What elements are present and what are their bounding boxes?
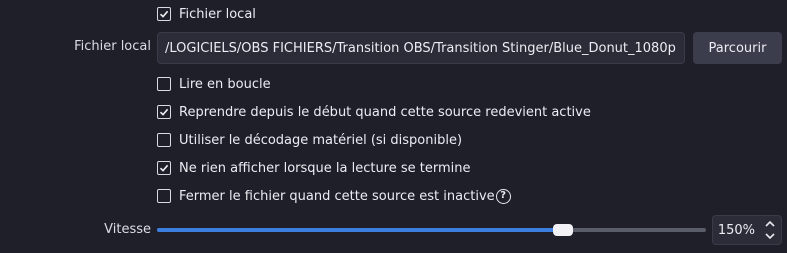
speed-label: Vitesse <box>104 222 151 237</box>
checkmark-icon <box>159 108 169 116</box>
browse-button[interactable]: Parcourir <box>693 32 782 64</box>
option-close-inactive-row[interactable]: Fermer le fichier quand cette source est… <box>157 186 511 206</box>
speed-slider-thumb[interactable] <box>553 224 574 236</box>
speed-slider-fill <box>157 228 564 232</box>
option-hw-decode-row[interactable]: Utiliser le décodage matériel (si dispon… <box>157 130 462 150</box>
option-hide-on-end-checkbox[interactable] <box>157 161 171 175</box>
local-file-path-input[interactable] <box>157 32 685 64</box>
local-file-field-label: Fichier local <box>74 39 151 54</box>
local-file-checkbox[interactable] <box>157 7 171 21</box>
chevron-up-icon[interactable] <box>761 217 779 230</box>
local-file-checkbox-row[interactable]: Fichier local <box>157 4 256 24</box>
option-hide-on-end-row[interactable]: Ne rien afficher lorsque la lecture se t… <box>157 158 471 178</box>
chevron-down-icon[interactable] <box>761 230 779 243</box>
speed-spinbox-buttons <box>761 217 779 243</box>
option-loop-label: Lire en boucle <box>179 76 271 92</box>
option-loop-checkbox[interactable] <box>157 77 171 91</box>
option-close-inactive-checkbox[interactable] <box>157 189 171 203</box>
option-restart-checkbox[interactable] <box>157 105 171 119</box>
option-hide-on-end-label: Ne rien afficher lorsque la lecture se t… <box>179 160 471 176</box>
option-close-inactive-label: Fermer le fichier quand cette source est… <box>179 188 495 204</box>
speed-slider[interactable] <box>157 224 706 236</box>
option-restart-row[interactable]: Reprendre depuis le début quand cette so… <box>157 102 591 122</box>
checkmark-icon <box>159 164 169 172</box>
media-source-properties: Fichier local Fichier local Parcourir Li… <box>0 0 787 253</box>
option-restart-label: Reprendre depuis le début quand cette so… <box>179 104 591 120</box>
local-file-checkbox-label: Fichier local <box>179 6 256 22</box>
option-loop-row[interactable]: Lire en boucle <box>157 74 271 94</box>
option-hw-decode-checkbox[interactable] <box>157 133 171 147</box>
speed-spinbox-value[interactable]: 150% <box>718 216 755 244</box>
speed-spinbox[interactable]: 150% <box>712 215 782 245</box>
help-circle-icon[interactable]: ? <box>495 188 511 204</box>
option-hw-decode-label: Utiliser le décodage matériel (si dispon… <box>179 132 463 148</box>
checkmark-icon <box>159 10 169 18</box>
